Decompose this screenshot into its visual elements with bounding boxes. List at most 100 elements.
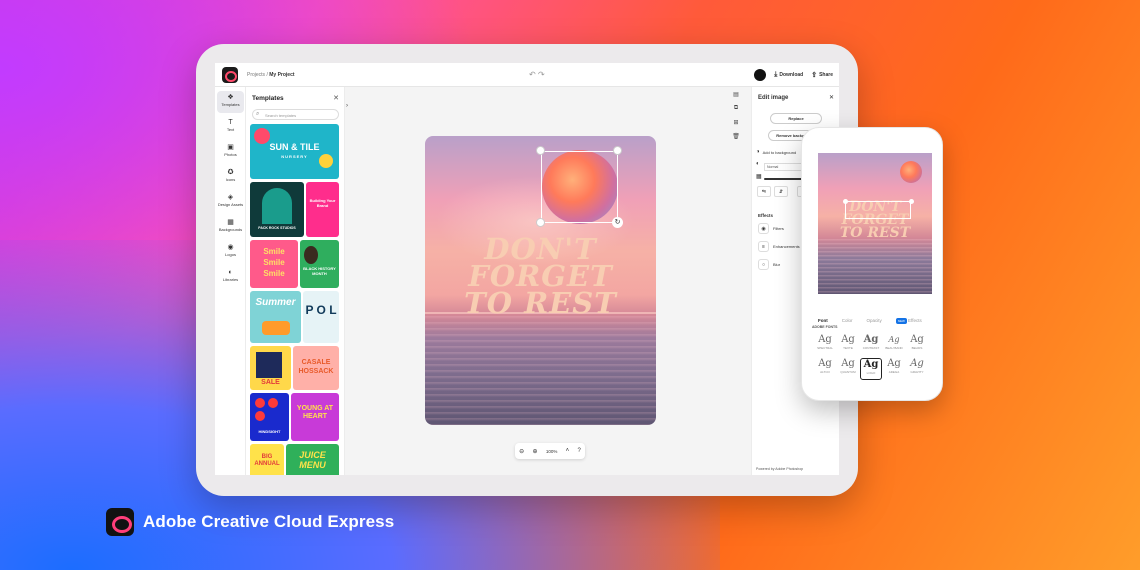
arrange-icon[interactable]: ⊞	[729, 119, 743, 133]
phone-handle[interactable]	[843, 199, 848, 204]
filters-label: Filters	[773, 226, 784, 231]
flip-vertical-icon[interactable]: ⇵	[774, 186, 788, 197]
font-name: BEAU BAND	[885, 346, 903, 350]
font-option-selected[interactable]: Ag LOGO	[860, 358, 882, 380]
rail-item-libraries[interactable]: ◐ Libraries	[217, 266, 244, 288]
font-name: SPECTRAL	[817, 346, 833, 350]
close-icon[interactable]: ✕	[333, 94, 339, 102]
template-juice-menu[interactable]: JUICE MENU	[286, 444, 339, 475]
layers-icon[interactable]: ▤	[729, 91, 743, 105]
font-glyph: Ag	[818, 358, 832, 369]
blur-item[interactable]: ○ Blur	[758, 259, 780, 270]
font-option[interactable]: Ag BEAU BAND	[883, 334, 905, 356]
zoom-level[interactable]: 100%	[546, 449, 558, 454]
tab-opacity[interactable]: Opacity	[867, 318, 882, 323]
template-title: JUICE MENU	[299, 450, 326, 470]
undo-icon[interactable]: ↶	[529, 70, 536, 79]
template-sun-tile[interactable]: SUN & TILE NURSERY	[250, 124, 339, 179]
template-sale[interactable]: SALE	[250, 346, 291, 390]
template-building-brand[interactable]: Building Your Brand	[306, 182, 339, 237]
enhancements-icon: ≡	[758, 241, 769, 252]
zoom-in-icon[interactable]: ⊕	[533, 448, 538, 455]
close-icon[interactable]: ✕	[829, 94, 834, 101]
project-name[interactable]: My Project	[269, 72, 294, 78]
help-icon[interactable]: ?	[578, 448, 581, 454]
delete-icon[interactable]: 🗑	[729, 133, 743, 147]
rail-item-backgrounds[interactable]: ▦ Backgrounds	[217, 216, 244, 238]
font-option[interactable]: Ag TEXTE	[837, 334, 859, 356]
text-icon: T	[228, 119, 233, 126]
chevron-up-icon[interactable]: ˄	[566, 448, 570, 454]
blur-label: Blur	[773, 262, 781, 267]
avatar[interactable]	[754, 69, 767, 81]
template-pack-rock[interactable]: PACK ROCK STUDIOS	[250, 182, 304, 237]
phone-artboard[interactable]: DON'T FORGET TO REST	[818, 153, 932, 294]
rail-item-text[interactable]: T Text	[217, 116, 244, 138]
duplicate-icon[interactable]: ⧉	[729, 105, 743, 119]
font-glyph: Ag	[910, 358, 924, 369]
font-name: BELIDS	[911, 346, 923, 350]
download-button[interactable]: ⤓ Download	[774, 71, 803, 79]
rail-item-logos[interactable]: ◉ Logos	[217, 241, 244, 263]
template-casale[interactable]: CASALE HOSSACK	[293, 346, 339, 390]
tab-effects-label: Effects	[908, 317, 922, 323]
left-rail: ❖ Templates T Text ▣ Photos ✪ Icons ◈ De…	[215, 87, 246, 475]
breadcrumb-projects[interactable]: Projects	[247, 72, 265, 78]
resize-handle-tr[interactable]	[613, 146, 622, 155]
flip-horizontal-icon[interactable]: ⇋	[757, 186, 771, 197]
rotate-icon[interactable]: ↻	[612, 217, 623, 228]
zoom-out-icon[interactable]: ⊖	[519, 448, 524, 455]
template-pol[interactable]: P O L	[303, 291, 339, 343]
template-title: Smile Smile Smile	[263, 247, 285, 278]
font-option[interactable]: Ag SPECTRAL	[814, 334, 836, 356]
add-to-background-toggle[interactable]: ◑ Add to background	[756, 149, 796, 155]
search-placeholder: Search templates	[265, 113, 297, 118]
font-option[interactable]: Ag ADEGA	[883, 358, 905, 380]
template-title: YOUNG AT HEART	[296, 405, 334, 420]
tablet-device: Projects / My Project ↶ ↷ ⤓ Download ⇪ S…	[196, 44, 858, 496]
headline-text[interactable]: DON'T FORGET TO REST	[425, 235, 656, 318]
new-badge: NEW	[895, 317, 907, 324]
rail-item-design-assets[interactable]: ◈ Design Assets	[217, 191, 244, 213]
enhancements-item[interactable]: ≡ Enhancements	[758, 241, 800, 252]
resize-handle-tl[interactable]	[536, 146, 545, 155]
phone-handle[interactable]	[909, 199, 914, 204]
template-title: BLACK HISTORY MONTH	[303, 266, 336, 276]
enhancements-label: Enhancements	[773, 244, 800, 249]
template-hindsight[interactable]: HINDSIGHT	[250, 393, 289, 441]
tab-font[interactable]: Font	[818, 318, 828, 323]
tab-color[interactable]: Color	[842, 318, 853, 323]
rail-item-icons[interactable]: ✪ Icons	[217, 166, 244, 188]
rail-item-templates[interactable]: ❖ Templates	[217, 91, 244, 113]
font-glyph: Ag	[841, 358, 855, 369]
font-option[interactable]: Ag CONTRAST	[860, 334, 882, 356]
font-name: LOGO	[866, 371, 876, 375]
app-logo-icon[interactable]	[222, 67, 238, 83]
template-big-annual[interactable]: BIG ANNUAL	[250, 444, 284, 475]
template-summer[interactable]: Summer	[250, 291, 301, 343]
replace-button[interactable]: Replace	[770, 113, 822, 124]
powered-by-text: Powered by Adobe Photoshop	[756, 467, 804, 471]
artboard[interactable]: ↻ DON'T FORGET TO REST	[425, 136, 656, 425]
resize-handle-bl[interactable]	[536, 218, 545, 227]
blend-mode-row: ◐	[756, 161, 760, 167]
font-name: ADEGA	[888, 370, 900, 374]
filters-item[interactable]: ◉ Filters	[758, 223, 784, 234]
template-young-heart[interactable]: YOUNG AT HEART	[291, 393, 339, 441]
template-smile[interactable]: Smile Smile Smile	[250, 240, 298, 288]
search-input[interactable]: ⌕ Search templates	[252, 109, 339, 120]
rail-label: Libraries	[222, 277, 239, 282]
font-glyph: Ag	[888, 335, 900, 344]
font-option[interactable]: Ag ALTCO	[814, 358, 836, 380]
app-screen: Projects / My Project ↶ ↷ ⤓ Download ⇪ S…	[215, 63, 839, 475]
rail-label: Photos	[224, 152, 237, 157]
font-option[interactable]: Ag QUANTUM	[837, 358, 859, 380]
tab-effects[interactable]: NEW Effects	[895, 317, 922, 324]
rail-item-photos[interactable]: ▣ Photos	[217, 141, 244, 163]
font-name: CONTRAST	[862, 346, 880, 350]
redo-icon[interactable]: ↷	[538, 70, 545, 79]
template-black-history[interactable]: BLACK HISTORY MONTH	[300, 240, 339, 288]
share-button[interactable]: ⇪ Share	[811, 71, 833, 79]
font-option[interactable]: Ag BELIDS	[906, 334, 928, 356]
font-option[interactable]: Ag GRAVITY	[906, 358, 928, 380]
